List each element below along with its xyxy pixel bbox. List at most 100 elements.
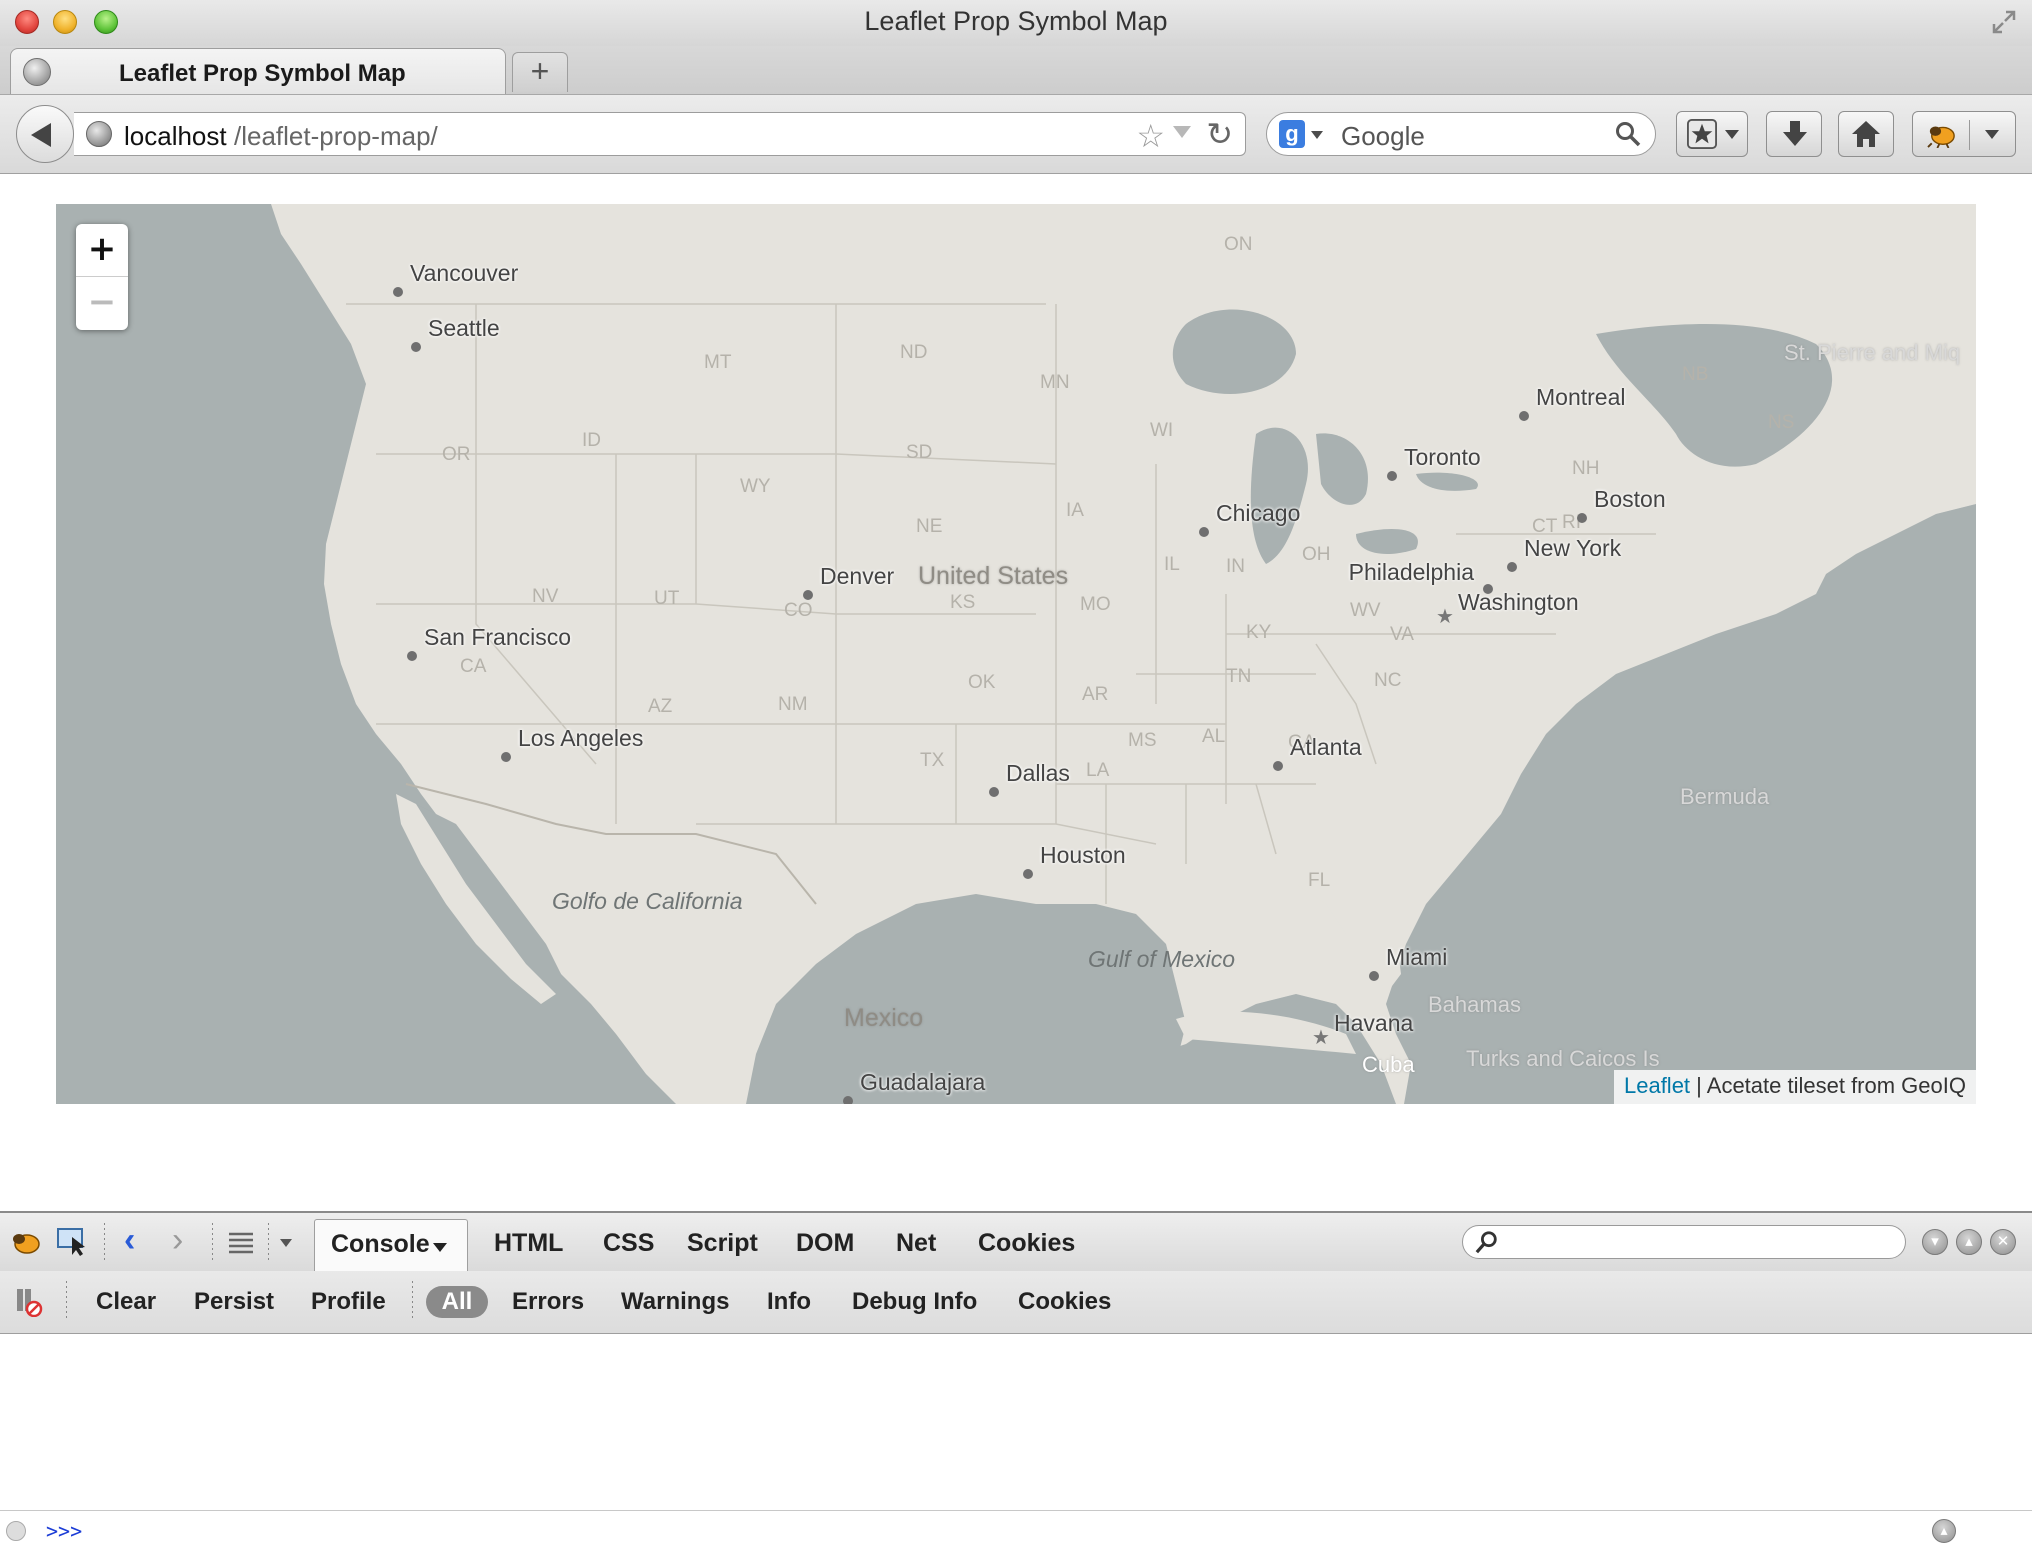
- command-prompt: >>>: [46, 1519, 83, 1543]
- bookmarks-star-icon: [1687, 119, 1717, 149]
- state-label-nc: NC: [1374, 670, 1402, 691]
- filter-debug-info[interactable]: Debug Info: [852, 1288, 977, 1316]
- tab-label: Leaflet Prop Symbol Map: [119, 60, 406, 87]
- state-label-nm: NM: [778, 694, 808, 715]
- city-dot-marker[interactable]: [1369, 971, 1379, 981]
- chevron-down-icon[interactable]: [280, 1239, 292, 1247]
- leaflet-link[interactable]: Leaflet: [1624, 1073, 1690, 1098]
- state-label-ia: IA: [1066, 500, 1084, 521]
- city-label-atlanta: Atlanta: [1290, 734, 1362, 760]
- bookmark-star-icon[interactable]: ☆: [1136, 117, 1165, 155]
- tab-net[interactable]: Net: [896, 1229, 936, 1258]
- filter-errors[interactable]: Errors: [512, 1288, 584, 1316]
- profile-button[interactable]: Profile: [311, 1288, 386, 1316]
- city-dot-marker[interactable]: [1577, 513, 1587, 523]
- city-dot-marker[interactable]: [501, 752, 511, 762]
- toolbar-separator: [212, 1223, 213, 1263]
- search-engine-dropdown-icon[interactable]: [1311, 131, 1323, 139]
- toolbar-separator: [66, 1281, 67, 1321]
- state-label-mo: MO: [1080, 594, 1111, 615]
- firebug-icon[interactable]: [8, 1227, 44, 1257]
- search-placeholder: Google: [1341, 121, 1425, 151]
- detach-panel-icon[interactable]: ▴: [1956, 1229, 1982, 1255]
- city-dot-marker[interactable]: [1507, 562, 1517, 572]
- tab-cookies[interactable]: Cookies: [978, 1229, 1075, 1258]
- tab-css[interactable]: CSS: [603, 1229, 654, 1258]
- filter-info[interactable]: Info: [767, 1288, 811, 1316]
- list-icon[interactable]: [226, 1227, 256, 1257]
- filter-cookies[interactable]: Cookies: [1018, 1288, 1111, 1316]
- city-dot-marker[interactable]: [407, 651, 417, 661]
- city-dot-marker[interactable]: [843, 1096, 853, 1104]
- state-label-co: CO: [784, 600, 813, 621]
- tab-dom[interactable]: DOM: [796, 1229, 854, 1258]
- city-dot-marker[interactable]: [989, 787, 999, 797]
- map-attribution: Leaflet | Acetate tileset from GeoIQ: [1613, 1070, 1976, 1104]
- city-dot-marker[interactable]: [411, 342, 421, 352]
- state-label-ut: UT: [654, 588, 680, 609]
- city-dot-marker[interactable]: [1519, 411, 1529, 421]
- state-label-nd: ND: [900, 342, 928, 363]
- city-dot-marker[interactable]: [1023, 869, 1033, 879]
- state-label-id: ID: [582, 430, 601, 451]
- tab-leaflet-prop-symbol-map[interactable]: Leaflet Prop Symbol Map: [10, 48, 506, 94]
- city-dot-marker[interactable]: [1199, 527, 1209, 537]
- back-arrow-icon[interactable]: ‹: [124, 1221, 135, 1260]
- chevron-down-icon: [1725, 130, 1739, 139]
- back-button[interactable]: [16, 105, 74, 163]
- clear-button[interactable]: Clear: [96, 1288, 156, 1316]
- command-line-options-icon[interactable]: [6, 1521, 26, 1541]
- firebug-search-input[interactable]: [1462, 1225, 1906, 1259]
- state-label-fl: FL: [1308, 870, 1331, 891]
- search-icon[interactable]: [1615, 121, 1641, 147]
- zoom-in-button[interactable]: +: [76, 224, 128, 277]
- url-bar[interactable]: localhost /leaflet-prop-map/ ☆ ↻: [74, 112, 1246, 156]
- capital-star-marker[interactable]: ★: [1312, 1028, 1330, 1048]
- city-dot-marker[interactable]: [1273, 761, 1283, 771]
- city-dot-marker[interactable]: [393, 287, 403, 297]
- state-label-wv: WV: [1350, 600, 1381, 621]
- firebug-menu-button[interactable]: [1912, 111, 2016, 157]
- state-label-nh: NH: [1572, 458, 1600, 479]
- city-dot-marker[interactable]: [1387, 471, 1397, 481]
- persist-button[interactable]: Persist: [194, 1288, 274, 1316]
- city-dot-marker[interactable]: [803, 590, 813, 600]
- search-bar[interactable]: g Google: [1266, 112, 1656, 156]
- google-engine-icon[interactable]: g: [1279, 120, 1305, 148]
- state-label-tn: TN: [1226, 666, 1252, 687]
- tab-html[interactable]: HTML: [494, 1229, 563, 1258]
- minimize-panel-icon[interactable]: ▾: [1922, 1229, 1948, 1255]
- filter-all[interactable]: All: [426, 1286, 488, 1318]
- fullscreen-icon[interactable]: [1990, 8, 2018, 36]
- expand-command-editor-icon[interactable]: ▴: [1932, 1519, 1956, 1543]
- city-label-chicago: Chicago: [1216, 500, 1301, 526]
- new-tab-button[interactable]: +: [512, 52, 568, 92]
- city-label-seattle: Seattle: [428, 315, 500, 341]
- city-label-denver: Denver: [820, 563, 895, 589]
- bookmarks-menu-button[interactable]: [1676, 111, 1748, 157]
- zoom-out-button[interactable]: −: [76, 277, 128, 329]
- site-identity-icon[interactable]: [86, 121, 112, 147]
- forward-arrow-icon[interactable]: ›: [172, 1221, 183, 1260]
- close-panel-icon[interactable]: ✕: [1990, 1229, 2016, 1255]
- filter-warnings[interactable]: Warnings: [621, 1288, 729, 1316]
- map-container[interactable]: MT ND MN WI OR ID SD WY NE IA NV UT CO KS MO IL IN OH KY WV…: [56, 204, 1976, 1104]
- tab-console[interactable]: Console: [314, 1219, 468, 1272]
- firebug-toolbar: ‹ › Console HTML CSS Script DOM Net Cook…: [0, 1211, 2032, 1273]
- state-label-on: ON: [1224, 234, 1253, 255]
- city-label-vancouver: Vancouver: [410, 260, 519, 286]
- download-arrow-icon: [1783, 121, 1807, 146]
- reload-icon[interactable]: ↻: [1206, 115, 1233, 153]
- break-on-errors-icon[interactable]: [14, 1287, 44, 1317]
- state-label-ne: NE: [916, 516, 943, 537]
- console-command-line[interactable]: >>> ▴: [0, 1510, 2032, 1549]
- inspect-element-icon[interactable]: [56, 1227, 90, 1257]
- tab-script[interactable]: Script: [687, 1229, 758, 1258]
- state-label-sd: SD: [906, 442, 933, 463]
- window-titlebar: Leaflet Prop Symbol Map: [0, 0, 2032, 46]
- capital-star-marker[interactable]: ★: [1436, 607, 1454, 627]
- firebug-icon: [1927, 126, 1955, 148]
- downloads-button[interactable]: [1766, 111, 1822, 157]
- url-history-dropdown-icon[interactable]: [1173, 126, 1191, 138]
- home-button[interactable]: [1838, 111, 1894, 157]
